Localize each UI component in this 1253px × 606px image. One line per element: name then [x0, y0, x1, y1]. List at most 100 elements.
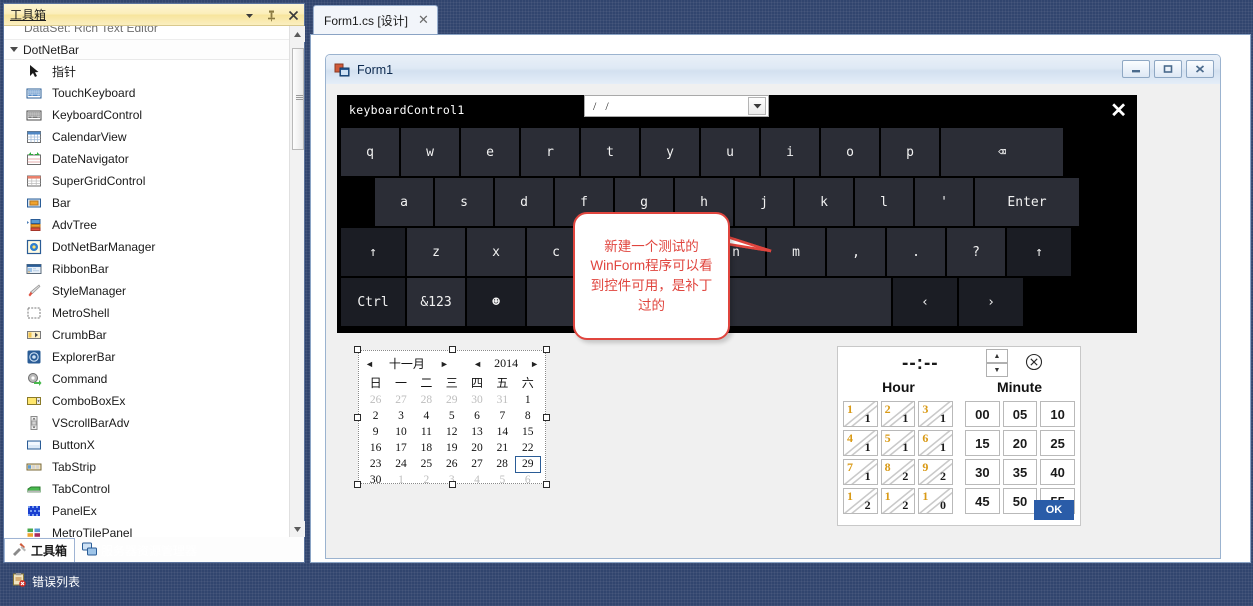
toolbox-item-bar[interactable]: Bar	[4, 192, 304, 214]
calendar[interactable]: ◄ 十一月 ► ◄ 2014 ► 日一二三四五六 26 27 28 29 30 …	[358, 350, 546, 486]
keyboard-key[interactable]: Enter	[975, 178, 1079, 226]
calendar-day[interactable]: 4	[414, 408, 439, 424]
keyboard-key[interactable]: y	[641, 128, 699, 176]
close-icon[interactable]	[287, 9, 300, 22]
keyboard-key[interactable]: j	[735, 178, 793, 226]
minute-cell[interactable]: 00	[965, 401, 1000, 427]
toolbox-item-supergridcontrol[interactable]: SuperGridControl	[4, 170, 304, 192]
date-picker-control[interactable]: / /	[584, 95, 769, 117]
calendar-day[interactable]: 2	[363, 408, 388, 424]
toolbox-item-buttonx[interactable]: ButtonX	[4, 434, 304, 456]
date-picker-dropdown-icon[interactable]	[748, 97, 766, 115]
pin-icon[interactable]	[265, 9, 278, 22]
resize-handle[interactable]	[449, 481, 456, 488]
toolbox-item-list[interactable]: DataSet: Rich Text Editor DotNetBar 指针 T…	[4, 26, 304, 537]
keyboard-key[interactable]: s	[435, 178, 493, 226]
close-button[interactable]	[1186, 60, 1214, 78]
keyboard-key[interactable]: k	[795, 178, 853, 226]
calendar-day[interactable]: 28	[414, 392, 439, 408]
toolbox-group-dotnetbar[interactable]: DotNetBar	[4, 40, 304, 60]
calendar-day[interactable]: 27	[388, 392, 413, 408]
panel-tab-server-explorer[interactable]: 服务器资源管理器	[75, 538, 204, 562]
keyboard-key[interactable]: p	[881, 128, 939, 176]
resize-handle[interactable]	[354, 346, 361, 353]
keyboard-key[interactable]: ⌫	[941, 128, 1063, 176]
toolbox-item-panelex[interactable]: PanelEx	[4, 500, 304, 522]
calendar-day[interactable]: 5	[490, 472, 515, 488]
calendar-day[interactable]: 17	[388, 440, 413, 456]
calendar-selected-day[interactable]: 29	[514, 455, 542, 473]
maximize-button[interactable]	[1154, 60, 1182, 78]
toolbox-item-metrotilepanel[interactable]: MetroTilePanel	[4, 522, 304, 537]
time-picker-ok-button[interactable]: OK	[1034, 500, 1074, 520]
keyboard-close-icon[interactable]: ✕	[1110, 101, 1127, 121]
toolbox-item-calendarview[interactable]: CalendarView	[4, 126, 304, 148]
calendar-prev-year-icon[interactable]: ◄	[473, 359, 482, 369]
keyboard-key[interactable]: '	[915, 178, 973, 226]
minute-cell[interactable]: 30	[965, 459, 1000, 485]
time-picker-control[interactable]: --:-- ▲ ▼ Hour Minute 1 1 2 1 3 1 4 1 5 …	[837, 346, 1081, 526]
keyboard-key[interactable]: ‹	[893, 278, 957, 326]
keyboard-key[interactable]: i	[761, 128, 819, 176]
spin-up-button[interactable]: ▲	[986, 349, 1008, 363]
calendar-day[interactable]: 3	[388, 408, 413, 424]
keyboard-key[interactable]: a	[375, 178, 433, 226]
keyboard-key[interactable]: ↑	[341, 228, 405, 276]
time-spinner[interactable]: ▲ ▼	[986, 349, 1008, 377]
keyboard-key[interactable]: d	[495, 178, 553, 226]
keyboard-key[interactable]: q	[341, 128, 399, 176]
toolbox-clipped-group[interactable]: DataSet: Rich Text Editor	[4, 26, 304, 40]
calendar-day[interactable]: 18	[414, 440, 439, 456]
calendar-next-month-icon[interactable]: ►	[440, 359, 449, 369]
keyboard-key[interactable]: ↑	[1007, 228, 1071, 276]
toolbox-item-keyboardcontrol[interactable]: KeyboardControl	[4, 104, 304, 126]
toolbox-item-tabcontrol[interactable]: TabControl	[4, 478, 304, 500]
keyboard-key[interactable]: ,	[827, 228, 885, 276]
keyboard-key[interactable]: t	[581, 128, 639, 176]
calendar-prev-month-icon[interactable]: ◄	[365, 359, 374, 369]
toolbox-item-ribbonbar[interactable]: RibbonBar	[4, 258, 304, 280]
keyboard-key[interactable]: ?	[947, 228, 1005, 276]
calendar-day[interactable]: 6	[515, 472, 540, 488]
hour-cell[interactable]: 31	[918, 401, 953, 427]
calendar-day[interactable]: 31	[490, 392, 515, 408]
toolbox-item-dotnetbarmanager[interactable]: DotNetBarManager	[4, 236, 304, 258]
calendar-day[interactable]: 11	[414, 424, 439, 440]
minute-cell[interactable]: 10	[1040, 401, 1075, 427]
hour-cell[interactable]: 51	[880, 430, 916, 456]
toolbox-item-tabstrip[interactable]: TabStrip	[4, 456, 304, 478]
error-list-tab[interactable]: 错误列表	[4, 570, 88, 592]
minute-cell[interactable]: 05	[1002, 401, 1038, 427]
keyboard-key[interactable]: z	[407, 228, 465, 276]
minute-cell[interactable]: 40	[1040, 459, 1075, 485]
calendar-day[interactable]: 23	[363, 456, 388, 472]
toolbox-item-vscrollbaradv[interactable]: VScrollBarAdv	[4, 412, 304, 434]
hour-cell[interactable]: 41	[843, 430, 878, 456]
calendar-view-control[interactable]: ◄ 十一月 ► ◄ 2014 ► 日一二三四五六 26 27 28 29 30 …	[354, 346, 550, 488]
calendar-day[interactable]: 16	[363, 440, 388, 456]
calendar-day[interactable]: 4	[464, 472, 489, 488]
calendar-day[interactable]: 24	[388, 456, 413, 472]
resize-handle[interactable]	[354, 414, 361, 421]
keyboard-key[interactable]: r	[521, 128, 579, 176]
date-picker-value[interactable]: / /	[585, 99, 748, 114]
hour-cell[interactable]: 11	[843, 401, 878, 427]
toolbox-item-touchkeyboard[interactable]: TouchKeyboard	[4, 82, 304, 104]
toolbox-item-advtree[interactable]: AdvTree	[4, 214, 304, 236]
calendar-day[interactable]: 9	[363, 424, 388, 440]
calendar-day[interactable]: 22	[515, 440, 540, 456]
calendar-day[interactable]: 7	[490, 408, 515, 424]
chevron-down-icon[interactable]	[243, 9, 256, 22]
keyboard-key[interactable]: e	[461, 128, 519, 176]
toolbox-item-metroshell[interactable]: MetroShell	[4, 302, 304, 324]
minute-cell[interactable]: 35	[1002, 459, 1038, 485]
calendar-day[interactable]: 29	[439, 392, 464, 408]
hour-cell[interactable]: 92	[918, 459, 953, 485]
scroll-up-arrow-icon[interactable]	[290, 26, 305, 42]
calendar-next-year-icon[interactable]: ►	[530, 359, 539, 369]
keyboard-control[interactable]: keyboardControl1 ✕ q w e r t y u i o p ⌫ a s d f g h j k l '…	[337, 95, 1137, 333]
toolbox-item-datenavigator[interactable]: DateNavigator	[4, 148, 304, 170]
keyboard-key[interactable]: u	[701, 128, 759, 176]
hour-cell[interactable]: 71	[843, 459, 878, 485]
keyboard-key[interactable]: x	[467, 228, 525, 276]
